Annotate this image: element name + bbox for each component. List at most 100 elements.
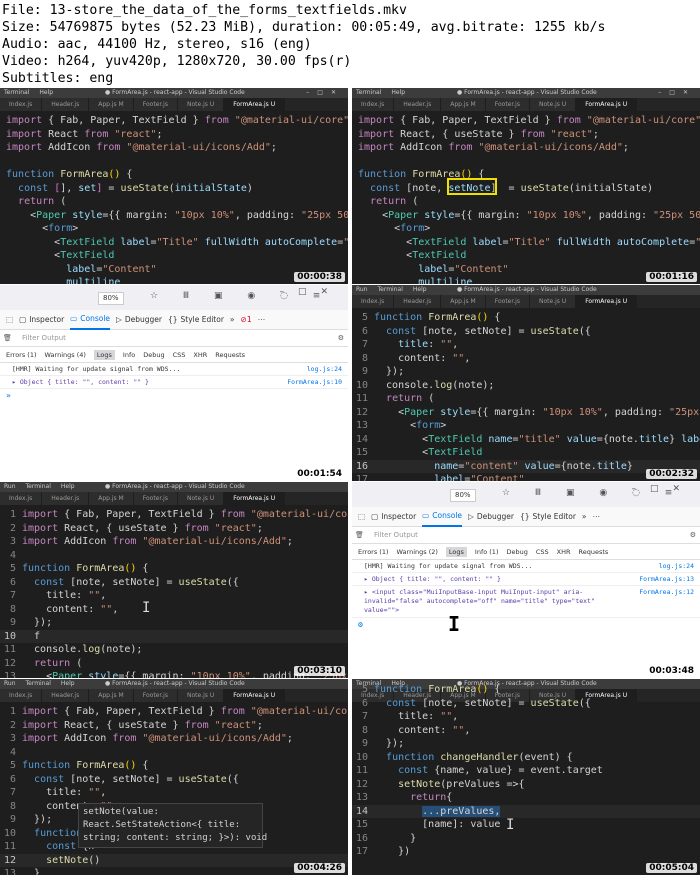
message-source[interactable]: FormArea.js:12 (639, 588, 694, 597)
filter-requests[interactable]: Requests (579, 548, 609, 556)
code-line[interactable]: <TextField (352, 249, 700, 263)
code-line[interactable]: 1 import { Fab, Paper, TextField } from "… (0, 705, 348, 719)
menu-run[interactable]: Run (4, 680, 16, 687)
code-line[interactable]: 11 return ( (352, 392, 700, 406)
code-line[interactable]: 4 (0, 549, 348, 563)
code-line[interactable]: const [], set] = useState(initialState) (0, 182, 348, 196)
tab-index[interactable]: Index.js (0, 492, 43, 505)
code-line[interactable]: <Paper style={{ margin: "10px 10%", padd… (0, 209, 348, 223)
console-prompt[interactable]: ⚙ (352, 618, 700, 632)
code-line[interactable]: 16 } (352, 832, 700, 846)
code-line[interactable] (0, 155, 348, 169)
code-line[interactable]: 6 const [note, setNote] = useState({ (352, 325, 700, 339)
code-line[interactable]: 14 ...preValues, (352, 804, 700, 818)
menu-help[interactable]: Help (391, 89, 405, 96)
filter-logs[interactable]: Logs (93, 349, 115, 360)
tab-header[interactable]: Header.js (42, 492, 90, 505)
code-line[interactable]: 9 }); (0, 616, 348, 630)
tab-app[interactable]: App.js M (89, 98, 134, 111)
gear-icon[interactable]: ⚙ (338, 330, 344, 347)
code-editor[interactable]: 5 function FormArea() {6 const [note, set… (352, 308, 700, 481)
code-line[interactable]: 13 <form> (352, 419, 700, 433)
code-line[interactable]: 5 function FormArea() { (352, 683, 700, 697)
tab-note[interactable]: Note.js U (177, 492, 225, 505)
code-line[interactable]: 14 <TextField name="title" value={note.t… (352, 433, 700, 447)
more-options-icon[interactable]: ⋯ (593, 512, 601, 521)
code-line[interactable]: 8 content: "", (352, 724, 700, 738)
code-line[interactable]: 7 title: "", (0, 786, 348, 800)
code-line[interactable]: <form> (0, 222, 348, 236)
console-message[interactable]: ▸ <input class="MuiInputBase-input MuiIn… (352, 586, 700, 618)
more-tabs-icon[interactable]: » (582, 512, 587, 521)
tab-header[interactable]: Header.js (394, 295, 442, 308)
tab-note[interactable]: Note.js U (177, 689, 225, 702)
more-tabs-icon[interactable]: » (230, 315, 235, 324)
trash-icon[interactable]: 🗑 (3, 330, 12, 347)
pick-element-icon[interactable]: ⬚ (358, 512, 365, 521)
console-filter[interactable]: 🗑 Filter Output ⚙ (0, 330, 348, 347)
tab-app[interactable]: App.js M (441, 98, 486, 111)
filter-warnings[interactable]: Warnings (2) (397, 548, 438, 556)
code-editor[interactable]: import { Fab, Paper, TextField } from "@… (352, 111, 700, 284)
code-line[interactable]: 8 content: "", (352, 352, 700, 366)
tab-app[interactable]: App.js M (89, 689, 134, 702)
tab-console[interactable]: ▭ Console (70, 310, 111, 330)
code-line[interactable]: 10 function changeHandler(event) { (352, 751, 700, 765)
code-editor[interactable]: 1 import { Fab, Paper, TextField } from "… (0, 702, 348, 875)
error-count-badge[interactable]: ⊘1 (241, 315, 252, 324)
menu-help[interactable]: Help (61, 680, 75, 687)
gear-icon[interactable]: ⚙ (690, 527, 696, 544)
filter-xhr[interactable]: XHR (193, 351, 207, 359)
tab-formarea[interactable]: FormArea.js U (224, 98, 286, 111)
zoom-level[interactable]: 80% (450, 489, 476, 502)
tab-inspector[interactable]: ▢ Inspector (19, 315, 64, 324)
code-line[interactable]: <form> (352, 222, 700, 236)
zoom-level[interactable]: 80% (98, 292, 124, 305)
window-controls[interactable]: –□✕ (631, 484, 694, 494)
window-controls[interactable]: –□✕ (658, 88, 696, 98)
code-line[interactable]: function FormArea() { (352, 168, 700, 182)
tab-formarea[interactable]: FormArea.js U (224, 492, 286, 505)
tab-footer[interactable]: Footer.js (133, 98, 178, 111)
message-source[interactable]: FormArea.js:10 (287, 376, 342, 388)
menu-terminal[interactable]: Terminal (4, 89, 29, 96)
code-line[interactable]: return ( (0, 195, 348, 209)
code-line[interactable]: <TextField label="Title" fullWidth autoC… (352, 236, 700, 250)
window-controls[interactable]: –□✕ (306, 88, 344, 98)
console-message[interactable]: ▸ Object { title: "", content: "" } FormA… (0, 376, 348, 389)
code-line[interactable]: 11 const {name, value} = event.target (352, 764, 700, 778)
code-editor[interactable]: import { Fab, Paper, TextField } from "@… (0, 111, 348, 284)
tab-style-editor[interactable]: {} Style Editor (520, 512, 576, 521)
tab-footer[interactable]: Footer.js (133, 689, 178, 702)
message-source[interactable]: log.js:24 (659, 560, 694, 572)
code-line[interactable]: 7 title: "", (0, 589, 348, 603)
tab-index[interactable]: Index.js (352, 295, 395, 308)
tab-index[interactable]: Index.js (0, 98, 43, 111)
tab-note[interactable]: Note.js U (177, 98, 225, 111)
code-line[interactable]: 2 import React, { useState } from "react"… (0, 522, 348, 536)
code-line[interactable]: import AddIcon from "@material-ui/icons/… (352, 141, 700, 155)
code-line[interactable]: 5 function FormArea() { (352, 311, 700, 325)
tab-debugger[interactable]: ▷ Debugger (468, 512, 514, 521)
code-line[interactable]: import { Fab, Paper, TextField } from "@… (0, 114, 348, 128)
message-source[interactable]: FormArea.js:13 (639, 573, 694, 585)
filter-input[interactable]: Filter Output (374, 531, 418, 539)
tab-console[interactable]: ▭ Console (422, 507, 463, 527)
code-line[interactable]: 8 content: "", (0, 603, 348, 617)
message-source[interactable]: log.js:24 (307, 363, 342, 375)
filter-errors[interactable]: Errors (1) (6, 351, 37, 359)
more-options-icon[interactable]: ⋯ (258, 315, 266, 324)
code-line[interactable]: 10 f (0, 629, 348, 643)
trash-icon[interactable]: 🗑 (355, 527, 364, 544)
code-line[interactable]: 9 }); (352, 365, 700, 379)
menu-help[interactable]: Help (413, 286, 427, 293)
code-line[interactable]: 17 }) (352, 845, 700, 859)
code-line[interactable]: 15 [name]: value (352, 818, 700, 832)
code-line[interactable]: 12 setNote(preValues =>{ (352, 778, 700, 792)
tab-header[interactable]: Header.js (394, 98, 442, 111)
code-line[interactable]: 3 import AddIcon from "@material-ui/icons… (0, 535, 348, 549)
window-controls[interactable]: –□✕ (279, 287, 342, 297)
code-line[interactable]: return ( (352, 195, 700, 209)
tab-note[interactable]: Note.js U (529, 295, 577, 308)
code-line[interactable]: <TextField (0, 249, 348, 263)
